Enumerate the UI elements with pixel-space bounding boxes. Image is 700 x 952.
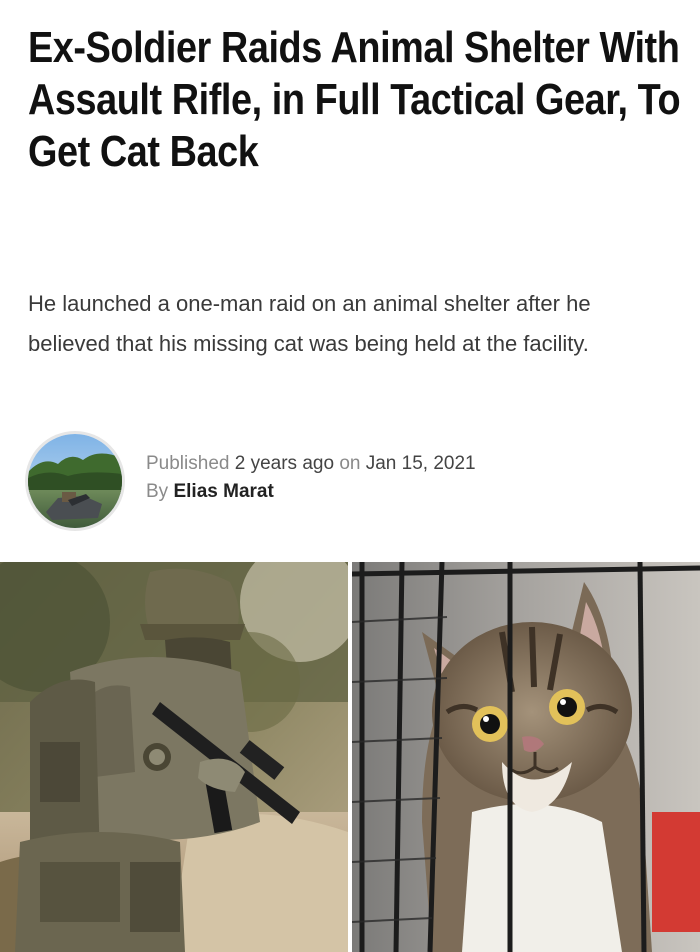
article-subtitle: He launched a one-man raid on an animal … <box>28 291 591 356</box>
published-on: on <box>339 453 361 474</box>
published-line: Published 2 years ago on Jan 15, 2021 <box>146 450 476 478</box>
published-date: Jan 15, 2021 <box>365 453 476 474</box>
author-avatar-photo <box>28 434 122 528</box>
kitten-photo <box>352 562 700 952</box>
article-headline: Ex-Soldier Raids Animal Shelter With Ass… <box>28 23 681 176</box>
soldier-photo <box>0 562 348 952</box>
kitten-in-cage-photo <box>352 562 700 952</box>
published-relative: 2 years ago <box>234 453 335 474</box>
published-label: Published <box>146 453 230 474</box>
byline: By Elias Marat <box>146 478 476 506</box>
author-avatar[interactable] <box>28 434 122 528</box>
byline-prefix: By <box>146 481 169 502</box>
author-name[interactable]: Elias Marat <box>173 481 273 502</box>
soldier-photo-image <box>0 562 348 952</box>
article-meta: Published 2 years ago on Jan 15, 2021 By… <box>146 450 476 506</box>
